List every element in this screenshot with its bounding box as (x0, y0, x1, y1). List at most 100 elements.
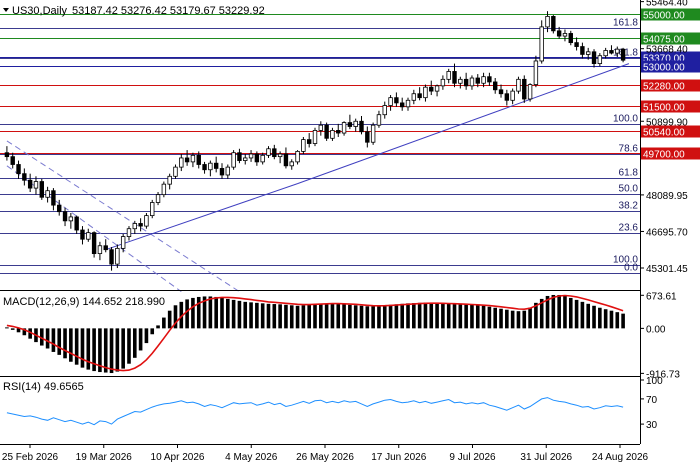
candle-body (382, 105, 387, 116)
macd-histogram-bar (348, 304, 352, 329)
level-price-label: 50540.00 (643, 128, 685, 139)
candle-body (277, 153, 283, 158)
candle-body (487, 76, 492, 83)
macd-axis-tick-label: 0.00 (646, 324, 666, 335)
macd-histogram-bar (353, 305, 358, 329)
macd-histogram-bar (528, 307, 532, 329)
macd-histogram-bar (162, 317, 166, 329)
level-price-label: 55000.00 (643, 11, 685, 22)
macd-histogram-bar (609, 310, 614, 329)
macd-histogram-bar (499, 308, 503, 329)
macd-histogram-bar (127, 328, 131, 364)
candle-body (144, 215, 149, 227)
channel-line (6, 165, 182, 293)
candle-body (475, 77, 480, 84)
time-axis-tick-label: 10 Apr 2026 (151, 452, 205, 463)
candle-body (533, 60, 539, 85)
candle-body (556, 30, 562, 37)
macd-histogram-bar (458, 304, 463, 329)
candle-body (434, 85, 440, 92)
candle-body (161, 183, 167, 196)
candle-body (481, 76, 486, 84)
price-pane: 161.8161.8100.078.661.850.038.223.6100.0… (0, 11, 640, 293)
candle-body (376, 114, 382, 126)
level-price-label: 49700.00 (643, 150, 685, 161)
candle-body (545, 16, 550, 28)
macd-histogram-bar (115, 328, 120, 372)
price-axis-tick-label: 48089.95 (646, 191, 688, 202)
macd-histogram-bar (319, 303, 323, 329)
candle-body (202, 164, 207, 171)
trading-chart: 161.8161.8100.078.661.850.038.223.6100.0… (0, 0, 700, 463)
macd-histogram-bar (307, 304, 311, 329)
candle-body (324, 124, 329, 139)
level-price-label: 52280.00 (643, 82, 685, 93)
candle-body (179, 157, 184, 168)
candle-body (429, 86, 434, 92)
macd-histogram-bar (557, 294, 561, 329)
candle-body (580, 46, 585, 55)
time-axis-tick-label: 26 May 2026 (296, 452, 354, 463)
ohlc-label: 53187.42 53276.42 53179.67 53229.92 (72, 5, 265, 17)
macd-histogram-bar (452, 303, 457, 329)
macd-histogram-bar (371, 306, 375, 329)
candle-body (22, 173, 27, 181)
price-axis-tick-label: 46695.70 (646, 227, 688, 238)
macd-histogram-bar (487, 306, 492, 329)
candle-body (109, 249, 114, 265)
level-price-label: 51500.00 (643, 103, 685, 114)
rsi-line (6, 397, 624, 426)
candle-body (597, 55, 603, 64)
macd-histogram-bar (150, 328, 155, 335)
trendline (105, 183, 298, 251)
candle-body (248, 153, 254, 159)
macd-histogram-bar (74, 328, 79, 365)
rsi-label: RSI(14) 49.6565 (3, 381, 84, 393)
dropdown-triangle-icon[interactable] (3, 8, 9, 12)
level-price-label: 53000.00 (643, 63, 685, 74)
candle-body (423, 86, 428, 99)
macd-histogram-bar (493, 307, 498, 329)
macd-histogram-bar (574, 299, 579, 329)
macd-histogram-bar (278, 304, 282, 329)
macd-histogram-bar (586, 303, 591, 329)
fib-level-label: 100.0 (613, 114, 638, 125)
candle-body (615, 48, 620, 54)
candle-body (516, 78, 521, 92)
macd-histogram-bar (69, 328, 73, 362)
macd-histogram-bar (80, 328, 85, 368)
candle-body (33, 181, 39, 189)
candle-body (399, 102, 405, 108)
candle-body (16, 164, 21, 175)
candle-body (237, 152, 242, 161)
macd-histogram-bar (441, 303, 445, 329)
macd-histogram-bar (86, 328, 91, 370)
candle-body (91, 232, 97, 255)
candle-body (10, 156, 15, 165)
macd-histogram-bar (260, 303, 265, 329)
rsi-axis-tick-label: 30 (646, 420, 658, 431)
rsi-axis-tick-label: 100 (646, 376, 663, 387)
candle-body (126, 228, 132, 237)
candle-body (272, 148, 277, 158)
candle-body (74, 216, 79, 231)
macd-histogram-bar (412, 303, 416, 329)
macd-histogram-bar (289, 305, 294, 329)
macd-histogram-bar (144, 328, 149, 344)
fib-level-label: 78.6 (619, 144, 639, 155)
macd-histogram-bar (580, 301, 585, 329)
macd-histogram-bar (388, 304, 393, 329)
fib-level-label: 38.2 (619, 201, 639, 212)
candle-body (283, 153, 289, 167)
candle-body (609, 50, 614, 54)
macd-axis-tick-label: 673.61 (646, 291, 677, 302)
candle-body (510, 90, 515, 101)
macd-histogram-bar (464, 304, 468, 329)
macd-histogram-bar (551, 294, 556, 329)
candle-body (603, 50, 608, 57)
candle-body (150, 202, 155, 217)
price-axis-tick-label: 55464.40 (646, 0, 688, 9)
macd-histogram-bar (522, 310, 527, 329)
macd-histogram-bar (481, 305, 486, 329)
macd-histogram-bar (510, 310, 515, 329)
